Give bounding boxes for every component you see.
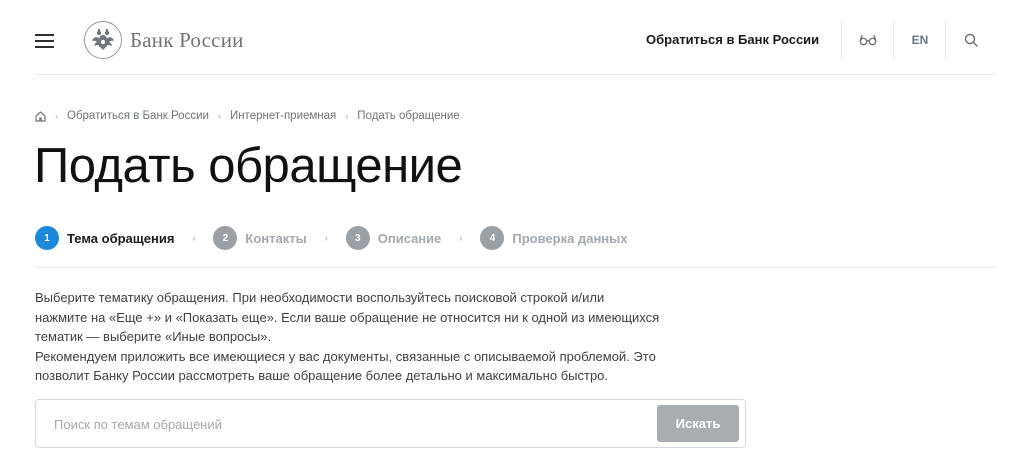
bank-logo[interactable]: Банк России <box>84 21 244 59</box>
breadcrumb-item[interactable]: Интернет-приемная <box>230 110 336 122</box>
header-divider <box>945 20 946 60</box>
site-header: Банк России Обратиться в Банк России EN <box>0 0 1024 76</box>
breadcrumb-separator: › <box>345 111 349 121</box>
topic-search: Искать <box>35 399 746 448</box>
instructions-line: нажмите на «Еще +» и «Показать еще». Есл… <box>35 309 660 325</box>
instructions-line: Рекомендуем приложить все имеющиеся у ва… <box>35 348 656 364</box>
step-label: Проверка данных <box>512 230 628 246</box>
step-number: 2 <box>213 226 238 250</box>
breadcrumb-item[interactable]: Обратиться в Банк России <box>67 110 209 122</box>
instructions-line: Выберите тематику обращения. При необход… <box>35 290 605 305</box>
step-label: Тема обращения <box>67 230 175 246</box>
contact-bank-link[interactable]: Обратиться в Банк России <box>646 32 819 47</box>
eagle-emblem-icon <box>84 21 122 59</box>
step-topic[interactable]: 1 Тема обращения <box>35 226 174 250</box>
chevron-right-icon: › <box>192 233 196 243</box>
hamburger-menu-icon[interactable] <box>35 34 54 48</box>
breadcrumb-separator: › <box>217 111 221 121</box>
instructions-line: позволит Банку России рассмотреть ваше о… <box>35 368 609 383</box>
topic-search-input[interactable] <box>54 414 634 434</box>
step-number: 1 <box>35 226 59 250</box>
search-icon[interactable] <box>961 29 981 51</box>
breadcrumb-separator: › <box>55 111 58 121</box>
step-label: Описание <box>377 230 442 246</box>
language-switch[interactable]: EN <box>908 29 932 51</box>
form-steps: 1 Тема обращения › 2 Контакты › 3 Описан… <box>35 226 627 250</box>
step-number: 3 <box>345 226 370 250</box>
language-label: EN <box>911 33 929 47</box>
glasses-icon[interactable] <box>857 29 879 51</box>
page-title: Подать обращение <box>34 139 463 193</box>
breadcrumb-current: Подать обращение <box>357 110 460 122</box>
step-description[interactable]: 3 Описание <box>345 226 442 250</box>
chevron-right-icon: › <box>459 233 463 243</box>
logo-text: Банк России <box>130 27 244 52</box>
search-button[interactable]: Искать <box>657 405 739 442</box>
step-label: Контакты <box>245 230 307 246</box>
step-contacts[interactable]: 2 Контакты <box>213 226 307 250</box>
header-divider-line <box>35 74 996 75</box>
step-number: 4 <box>480 226 505 250</box>
instructions-line: тематик — выберите «Иные вопросы». <box>35 329 272 344</box>
header-divider <box>893 20 894 60</box>
home-icon[interactable] <box>35 110 46 122</box>
chevron-right-icon: › <box>324 233 328 243</box>
header-divider <box>841 20 842 60</box>
instructions-text: Выберите тематику обращения. При необход… <box>35 288 675 386</box>
breadcrumb: › Обратиться в Банк России › Интернет-пр… <box>35 109 460 123</box>
step-review[interactable]: 4 Проверка данных <box>480 226 627 250</box>
steps-divider-line <box>35 267 996 268</box>
